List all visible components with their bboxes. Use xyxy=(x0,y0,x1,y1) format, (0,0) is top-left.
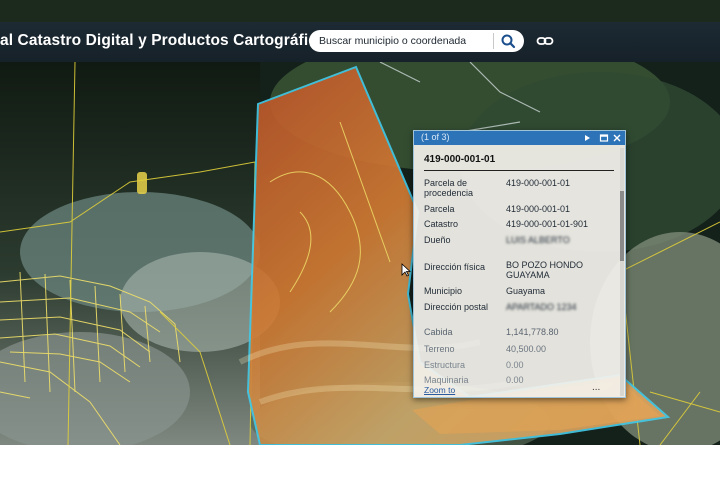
parcel-info-popup[interactable]: (1 of 3) 419-000-001-01 Parcela de proce… xyxy=(413,130,626,398)
next-arrow-icon[interactable] xyxy=(582,133,592,143)
close-icon[interactable] xyxy=(612,133,622,143)
popup-feature-counter: (1 of 3) xyxy=(421,132,450,142)
field-value-direccion-postal: APARTADO 1234 xyxy=(506,302,577,312)
field-value-catastro: 419-000-001-01-901 xyxy=(506,219,589,229)
screen: al Catastro Digital y Productos Cartográ… xyxy=(0,0,720,445)
field-label-direccion-fisica: Dirección física xyxy=(424,262,486,272)
popup-titlebar: (1 of 3) xyxy=(414,131,625,145)
field-label-cabida: Cabida xyxy=(424,327,453,337)
field-label-parcela-procedencia: Parcela de xyxy=(424,178,468,188)
field-value-municipio: Guayama xyxy=(506,286,546,296)
field-label-parcela: Parcela xyxy=(424,204,455,214)
maximize-icon[interactable] xyxy=(599,133,609,143)
field-value-parcela-procedencia: 419-000-001-01 xyxy=(506,178,571,188)
search-button[interactable] xyxy=(497,32,519,50)
field-label-terreno: Terreno xyxy=(424,344,455,354)
field-label-maquinaria: Maquinaria xyxy=(424,375,469,385)
share-link-button[interactable] xyxy=(536,34,554,48)
zoom-to-link[interactable]: Zoom to xyxy=(424,385,455,395)
field-label-direccion-postal: Dirección postal xyxy=(424,302,489,312)
field-value-estructura: 0.00 xyxy=(506,360,524,370)
app-title: al Catastro Digital y Productos Cartográ… xyxy=(0,32,336,49)
heading-divider xyxy=(424,170,614,171)
field-value-terreno: 40,500.00 xyxy=(506,344,547,354)
field-value-direccion-fisica-line2: GUAYAMA xyxy=(506,270,550,280)
field-value-maquinaria: 0.00 xyxy=(506,375,524,385)
field-label-estructura: Estructura xyxy=(424,360,466,370)
field-label-parcela-procedencia-line2: procedencia xyxy=(424,188,474,198)
more-actions-button[interactable]: ... xyxy=(592,382,600,393)
search-input[interactable] xyxy=(309,30,493,52)
popup-heading: 419-000-001-01 xyxy=(424,154,496,165)
search-box[interactable] xyxy=(309,30,524,52)
popup-scrollbar-thumb[interactable] xyxy=(620,191,624,261)
search-icon xyxy=(501,34,516,49)
mouse-cursor-icon xyxy=(401,263,411,277)
field-label-municipio: Municipio xyxy=(424,286,463,296)
field-label-dueno: Dueño xyxy=(424,235,451,245)
field-value-direccion-fisica: BO POZO HONDO xyxy=(506,260,584,270)
field-value-cabida: 1,141,778.80 xyxy=(506,327,559,337)
field-value-dueno: LUIS ALBERTO xyxy=(506,235,570,245)
popup-scrollbar-track xyxy=(620,148,624,396)
field-label-catastro: Catastro xyxy=(424,219,459,229)
search-divider xyxy=(493,33,494,49)
field-value-parcela: 419-000-001-01 xyxy=(506,204,571,214)
link-icon xyxy=(536,37,554,45)
